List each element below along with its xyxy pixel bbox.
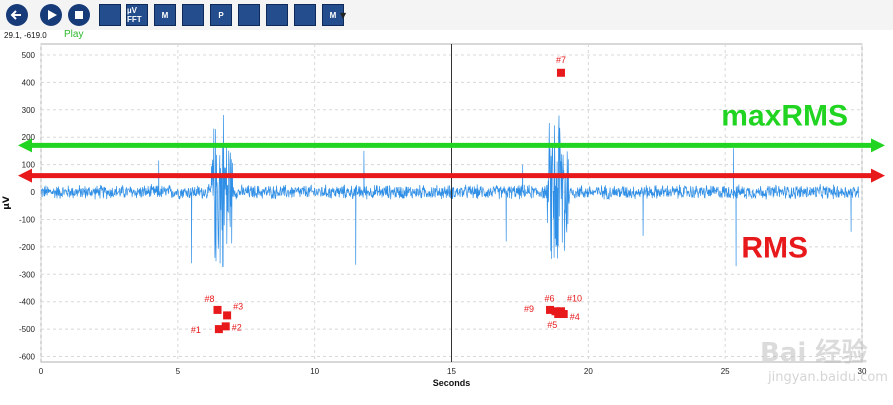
rms-arrowhead-right: [871, 168, 885, 183]
y-tick-label: 100: [22, 161, 36, 170]
x-tick-label: 20: [584, 367, 593, 376]
x-tick-label: 5: [176, 367, 181, 376]
emg-chart: -600-500-400-300-200-1000100200300400500…: [2, 43, 885, 388]
y-tick-label: -400: [19, 298, 36, 307]
marker-2: [221, 322, 230, 331]
y-tick-label: -200: [19, 243, 36, 252]
marker-label: #5: [547, 320, 557, 330]
marker-label: #8: [205, 294, 215, 304]
marker-3: [223, 311, 232, 320]
x-tick-label: 0: [39, 367, 44, 376]
rms-arrowhead-left: [18, 168, 32, 183]
marker-7: [556, 68, 565, 77]
rms-label: RMS: [741, 232, 808, 265]
y-axis-label: µV: [2, 196, 12, 210]
marker-label: #2: [232, 322, 242, 332]
marker-label: #3: [233, 301, 243, 311]
x-tick-label: 15: [447, 367, 456, 376]
x-tick-label: 30: [858, 367, 867, 376]
y-tick-label: 300: [22, 106, 36, 115]
y-tick-label: -100: [19, 215, 36, 224]
x-axis-label: Seconds: [433, 378, 471, 388]
maxrms-arrowhead-right: [871, 138, 885, 153]
y-tick-label: -300: [19, 270, 36, 279]
y-tick-label: -600: [19, 353, 36, 362]
marker-label: #1: [191, 325, 201, 335]
marker-label: #10: [567, 293, 582, 303]
marker-label: #7: [556, 55, 566, 65]
y-tick-label: 0: [31, 188, 36, 197]
marker-label: #6: [544, 293, 554, 303]
y-tick-label: -500: [19, 325, 36, 334]
marker-1: [214, 325, 223, 334]
x-tick-label: 25: [721, 367, 730, 376]
marker-4: [559, 310, 568, 319]
marker-label: #4: [570, 312, 580, 322]
maxrms-label: maxRMS: [721, 99, 848, 132]
marker-label: #9: [524, 304, 534, 314]
y-tick-label: 500: [22, 51, 36, 60]
marker-8: [213, 305, 222, 314]
x-tick-label: 10: [310, 367, 319, 376]
y-tick-label: 400: [22, 78, 36, 87]
